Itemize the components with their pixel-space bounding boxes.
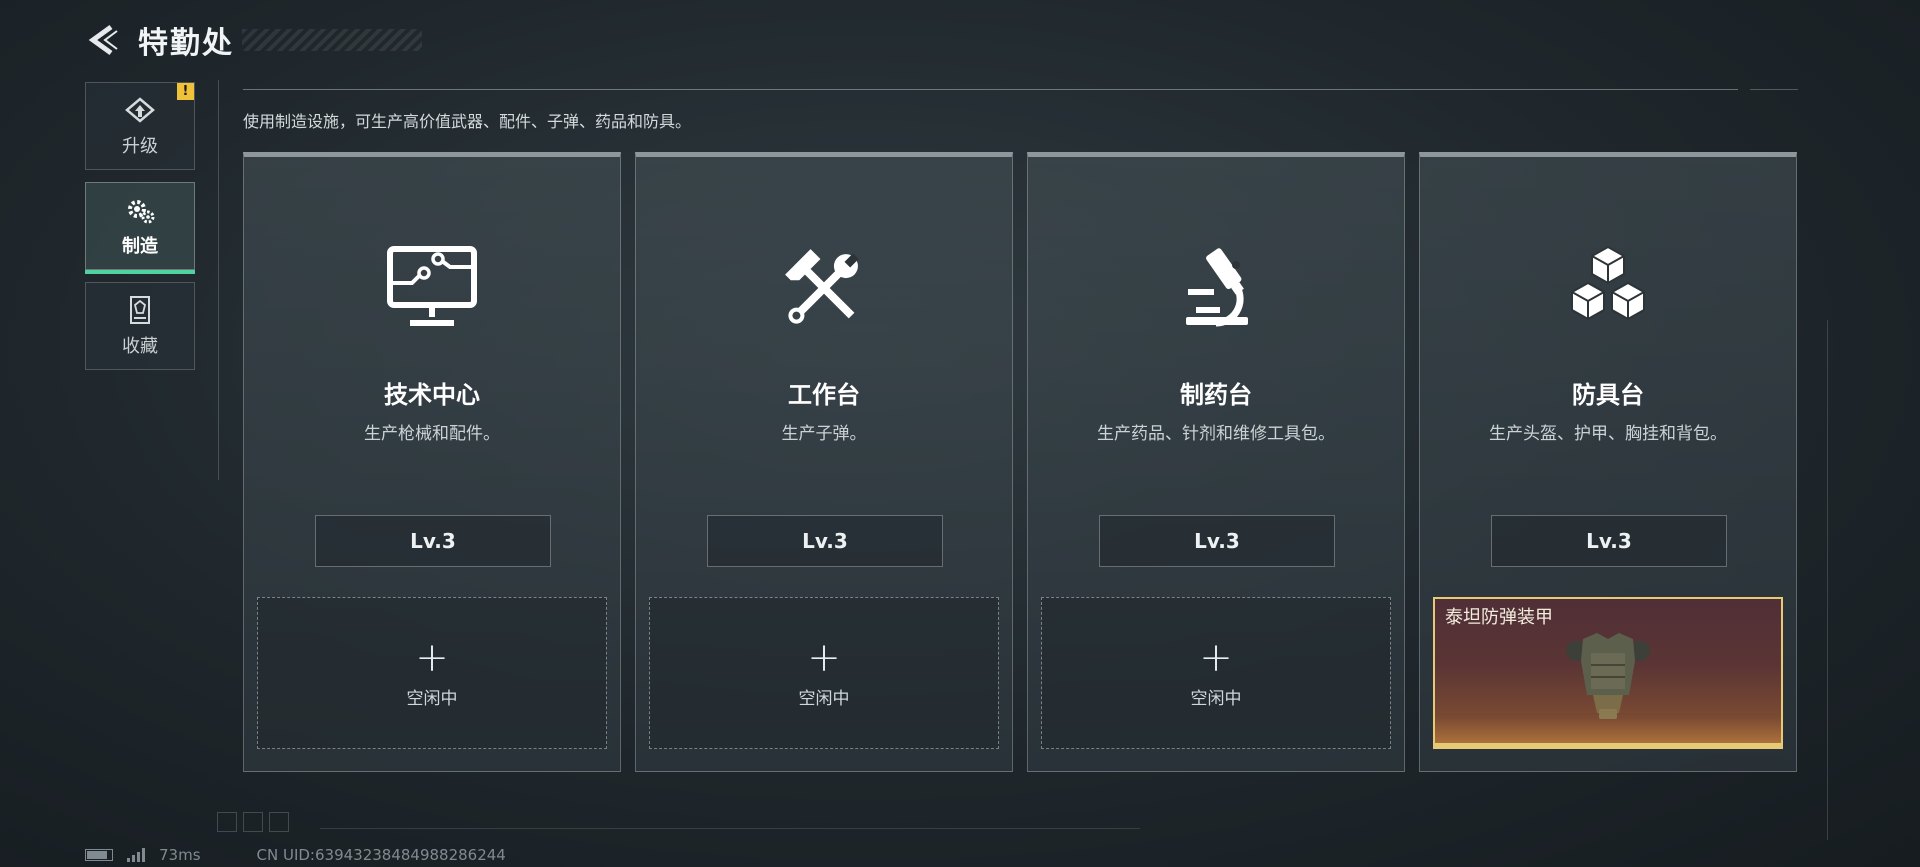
station-name: 技术中心	[384, 381, 480, 409]
bottom-divider	[320, 828, 1140, 829]
collection-icon	[122, 294, 158, 328]
right-divider	[1827, 320, 1828, 840]
gear-cog-icon	[122, 194, 158, 228]
sidebar-item-label: 升级	[122, 136, 158, 157]
station-subtitle: 生产药品、针剂和维修工具包。	[1097, 424, 1335, 444]
station-card-tech-center[interactable]: 技术中心 生产枪械和配件。 Lv.3 + 空闲中	[243, 152, 621, 772]
decorative-squares	[217, 812, 289, 832]
page-description: 使用制造设施，可生产高价值武器、配件、子弹、药品和防具。	[243, 112, 692, 131]
station-card-armor[interactable]: 防具台 生产头盔、护甲、胸挂和背包。 Lv.3 泰坦防弹装甲	[1419, 152, 1797, 772]
microscope-icon	[1028, 243, 1404, 339]
station-level: Lv.3	[707, 515, 943, 567]
station-card-pharmacy[interactable]: 制药台 生产药品、针剂和维修工具包。 Lv.3 + 空闲中	[1027, 152, 1405, 772]
back-arrow-icon	[88, 24, 118, 56]
plus-icon: +	[807, 634, 841, 681]
station-name: 防具台	[1572, 381, 1644, 409]
station-name: 制药台	[1180, 381, 1252, 409]
sidebar-item-upgrade[interactable]: ! 升级	[85, 82, 195, 170]
station-level: Lv.3	[1491, 515, 1727, 567]
signal-icon	[127, 848, 145, 862]
station-card-workbench[interactable]: 工作台 生产子弹。 Lv.3 + 空闲中	[635, 152, 1013, 772]
station-level: Lv.3	[1099, 515, 1335, 567]
top-divider-short	[1750, 89, 1798, 90]
station-subtitle: 生产枪械和配件。	[364, 424, 500, 444]
item-name: 泰坦防弹装甲	[1445, 607, 1553, 628]
production-slot-occupied[interactable]: 泰坦防弹装甲	[1433, 597, 1783, 749]
production-slot[interactable]: + 空闲中	[1041, 597, 1391, 749]
slot-status: 空闲中	[1190, 688, 1242, 709]
station-subtitle: 生产子弹。	[781, 424, 867, 444]
station-cards: 技术中心 生产枪械和配件。 Lv.3 + 空闲中 工作台 生产子弹。 Lv.3 …	[243, 152, 1797, 772]
battery-icon	[85, 849, 113, 861]
sidebar-item-label: 收藏	[122, 336, 158, 357]
station-name: 工作台	[788, 381, 860, 409]
back-button[interactable]	[84, 20, 124, 60]
monitor-circuit-icon	[244, 243, 620, 339]
page-title: 特勤处	[138, 26, 234, 61]
station-level: Lv.3	[315, 515, 551, 567]
upgrade-icon	[122, 94, 158, 128]
header: 特勤处	[84, 18, 422, 62]
sidebar-item-label: 制造	[122, 236, 158, 257]
user-uid: CN UID:63943238484988286244	[256, 846, 506, 864]
production-slot[interactable]: + 空闲中	[257, 597, 607, 749]
slot-status: 空闲中	[406, 688, 458, 709]
sidebar: ! 升级 制造 收藏	[85, 82, 195, 382]
sidebar-divider	[218, 80, 219, 480]
hammer-wrench-icon	[636, 243, 1012, 339]
top-divider	[243, 89, 1738, 90]
plus-icon: +	[415, 634, 449, 681]
cubes-icon	[1420, 243, 1796, 339]
station-subtitle: 生产头盔、护甲、胸挂和背包。	[1489, 424, 1727, 444]
sidebar-item-craft[interactable]: 制造	[85, 182, 195, 274]
title-decoration	[242, 29, 422, 51]
armor-vest-icon	[1563, 625, 1653, 729]
ping-value: 73ms	[159, 846, 201, 864]
alert-badge: !	[177, 83, 194, 100]
plus-icon: +	[1199, 634, 1233, 681]
status-footer: 73ms CN UID:63943238484988286244	[85, 846, 506, 864]
slot-status: 空闲中	[798, 688, 850, 709]
sidebar-item-collection[interactable]: 收藏	[85, 282, 195, 370]
production-slot[interactable]: + 空闲中	[649, 597, 999, 749]
